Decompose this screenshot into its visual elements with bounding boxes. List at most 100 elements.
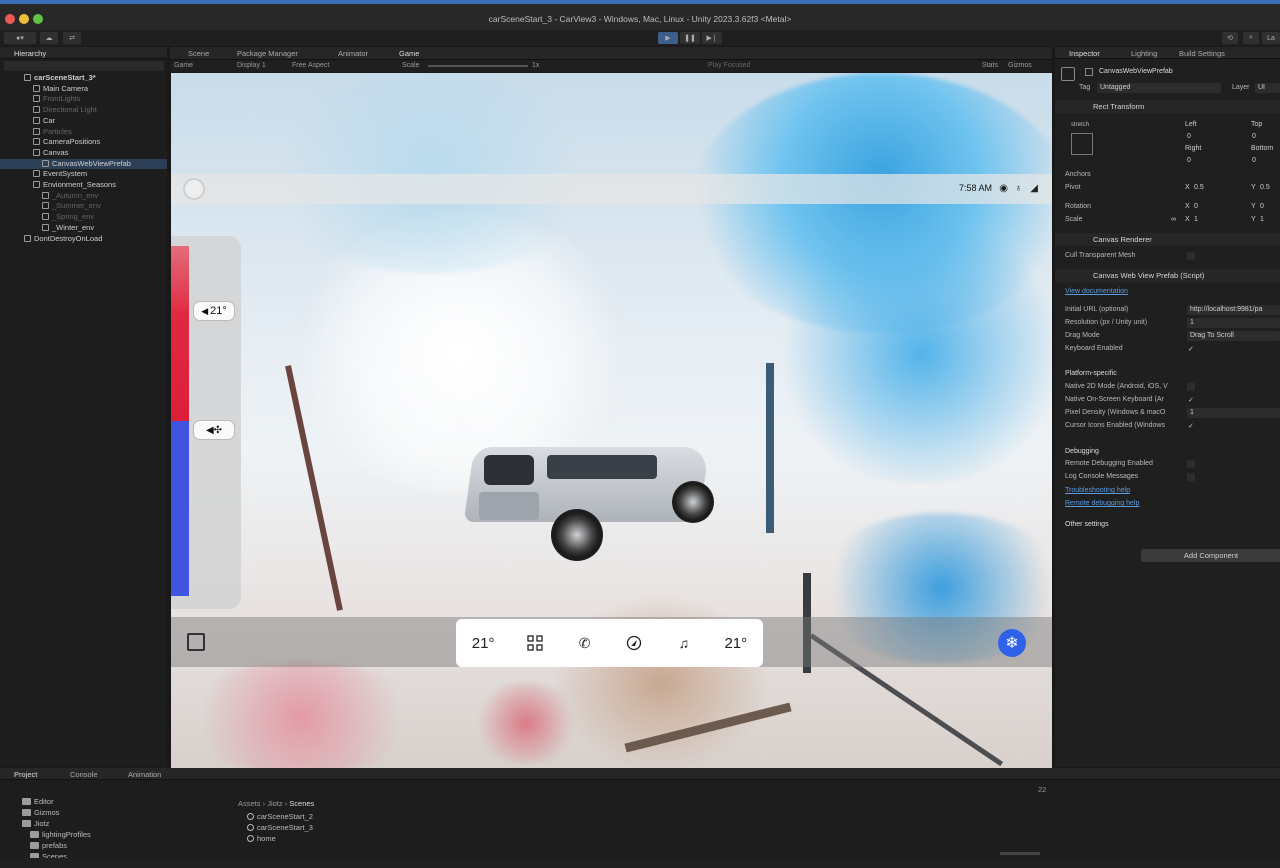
breadcrumb-jiotz[interactable]: Jiotz (267, 799, 282, 808)
folder-editor[interactable]: Editor (22, 797, 54, 806)
pause-button[interactable]: ❚❚ (680, 32, 700, 44)
hierarchy-item[interactable]: _Spring_env (0, 212, 167, 222)
play-button[interactable]: ▶ (658, 32, 678, 44)
remote-debugging-help-link[interactable]: Remote debugging help (1065, 500, 1139, 507)
fullscreen-icon[interactable] (187, 633, 205, 651)
right-value[interactable]: 0 (1187, 157, 1191, 164)
pivot-y-value[interactable]: 0.5 (1260, 184, 1270, 191)
link-icon[interactable]: ∞ (1171, 216, 1176, 223)
rotation-y-value[interactable]: 0 (1260, 203, 1264, 210)
rotation-x-value[interactable]: 0 (1194, 203, 1198, 210)
tag-dropdown[interactable]: Untagged (1097, 83, 1221, 93)
tab-lighting[interactable]: Lighting (1131, 49, 1157, 58)
tab-hierarchy[interactable]: Hierarchy (14, 49, 46, 58)
hierarchy-item[interactable]: Envionment_Seasons (0, 180, 167, 190)
tab-animation[interactable]: Animation (128, 770, 161, 779)
icon-size-slider[interactable] (1000, 852, 1040, 855)
cloud-icon[interactable]: ☁ (40, 32, 58, 44)
folder-prefabs[interactable]: prefabs (30, 841, 67, 850)
game-viewport[interactable]: 7:58 AM ◉ ♁ ◢ ◀ 21° ◀✣ 21° ✆ ♫ 21° ❄ (171, 73, 1052, 768)
grid-icon[interactable] (526, 634, 544, 652)
tab-project[interactable]: Project (14, 770, 37, 779)
script-header[interactable]: Canvas Web View Prefab (Script) (1055, 269, 1280, 282)
canvas-renderer-header[interactable]: Canvas Renderer (1055, 233, 1280, 246)
game-mode-dropdown[interactable]: Game (174, 62, 193, 69)
hierarchy-item[interactable]: Directional Light (0, 105, 167, 115)
collab-icon[interactable]: ⇄ (63, 32, 81, 44)
cull-mesh-checkbox[interactable] (1187, 252, 1195, 260)
breadcrumb-scenes[interactable]: Scenes (289, 799, 314, 808)
troubleshooting-link[interactable]: Troubleshooting help (1065, 487, 1130, 494)
driver-temperature[interactable]: 21° (472, 635, 495, 652)
search-icon[interactable]: ⌕ (1243, 32, 1259, 44)
layers-dropdown[interactable]: La (1262, 32, 1280, 44)
layer-dropdown[interactable]: UI (1255, 83, 1280, 93)
tab-scene[interactable]: Scene (188, 49, 209, 58)
hierarchy-item[interactable]: CameraPositions (0, 137, 167, 147)
cursor-icons-checkbox[interactable]: ✓ (1188, 422, 1194, 430)
hierarchy-item[interactable]: CanvasWebViewPrefab (0, 158, 167, 169)
hierarchy-item[interactable]: FrontLights (0, 94, 167, 104)
step-button[interactable]: ▶❘ (702, 32, 722, 44)
hierarchy-item[interactable]: Main Camera (0, 84, 167, 94)
music-icon[interactable]: ♫ (675, 634, 693, 652)
account-button[interactable]: ●▾ (4, 32, 36, 44)
pivot-x-value[interactable]: 0.5 (1194, 184, 1204, 191)
add-component-button[interactable]: Add Component (1141, 549, 1280, 562)
hierarchy-search-input[interactable] (4, 61, 164, 71)
rect-transform-header[interactable]: Rect Transform (1055, 100, 1280, 113)
view-documentation-link[interactable]: View documentation (1065, 288, 1128, 295)
play-focused-dropdown[interactable]: Play Focused (708, 62, 750, 69)
scale-x-value[interactable]: 1 (1194, 216, 1198, 223)
cool-temperature-bar[interactable] (171, 421, 189, 596)
top-value[interactable]: 0 (1252, 133, 1256, 140)
pixel-density-input[interactable]: 1 (1187, 408, 1280, 418)
hierarchy-item[interactable]: _Autumn_env (0, 191, 167, 201)
tab-game[interactable]: Game (399, 49, 419, 58)
scene-file[interactable]: home (247, 834, 276, 843)
passenger-temperature[interactable]: 21° (724, 635, 747, 652)
hierarchy-item[interactable]: _Winter_env (0, 223, 167, 233)
other-settings-foldout[interactable]: Other settings (1065, 521, 1109, 528)
scale-slider[interactable] (428, 65, 528, 67)
hierarchy-item[interactable]: _Summer_env (0, 201, 167, 211)
history-icon[interactable]: ⟲ (1222, 32, 1238, 44)
hierarchy-item[interactable]: DontDestroyOnLoad (0, 234, 167, 244)
hierarchy-item[interactable]: carSceneStart_3* (0, 73, 167, 83)
resolution-input[interactable]: 1 (1187, 318, 1280, 328)
tab-console[interactable]: Console (70, 770, 98, 779)
hierarchy-item[interactable]: EventSystem (0, 169, 167, 179)
object-name-field[interactable]: CanvasWebViewPrefab (1099, 68, 1173, 75)
scene-file[interactable]: carSceneStart_3 (247, 823, 313, 832)
snowflake-icon[interactable]: ❄ (998, 629, 1026, 657)
stats-toggle[interactable]: Stats (982, 62, 998, 69)
temperature-pill[interactable]: ◀ 21° (193, 301, 235, 321)
hierarchy-item[interactable]: Car (0, 116, 167, 126)
log-console-checkbox[interactable] (1187, 473, 1195, 481)
anchors-label[interactable]: Anchors (1065, 171, 1091, 178)
tab-build-settings[interactable]: Build Settings (1179, 49, 1225, 58)
left-value[interactable]: 0 (1187, 133, 1191, 140)
initial-url-input[interactable]: http://localhost:9981/pa (1187, 305, 1280, 315)
scene-file[interactable]: carSceneStart_2 (247, 812, 313, 821)
phone-icon[interactable]: ✆ (576, 634, 594, 652)
avatar[interactable] (183, 178, 205, 200)
hierarchy-item[interactable]: Particles (0, 127, 167, 137)
folder-gizmos[interactable]: Gizmos (22, 808, 59, 817)
scale-y-value[interactable]: 1 (1260, 216, 1264, 223)
folder-jiotz[interactable]: Jiotz (22, 819, 49, 828)
heat-temperature-bar[interactable] (171, 246, 189, 421)
tab-inspector[interactable]: Inspector (1069, 49, 1100, 58)
fan-pill[interactable]: ◀✣ (193, 420, 235, 440)
aspect-dropdown[interactable]: Free Aspect (292, 62, 329, 69)
native-2d-checkbox[interactable] (1187, 383, 1195, 391)
remote-debugging-checkbox[interactable] (1187, 460, 1195, 468)
drag-mode-dropdown[interactable]: Drag To Scroll (1187, 331, 1280, 341)
active-checkbox[interactable] (1085, 68, 1093, 76)
navigation-icon[interactable] (625, 634, 643, 652)
gizmos-dropdown[interactable]: Gizmos (1008, 62, 1032, 69)
tab-animator[interactable]: Animator (338, 49, 368, 58)
breadcrumb-assets[interactable]: Assets (238, 799, 261, 808)
hierarchy-item[interactable]: Canvas (0, 148, 167, 158)
native-keyboard-checkbox[interactable]: ✓ (1188, 396, 1194, 404)
